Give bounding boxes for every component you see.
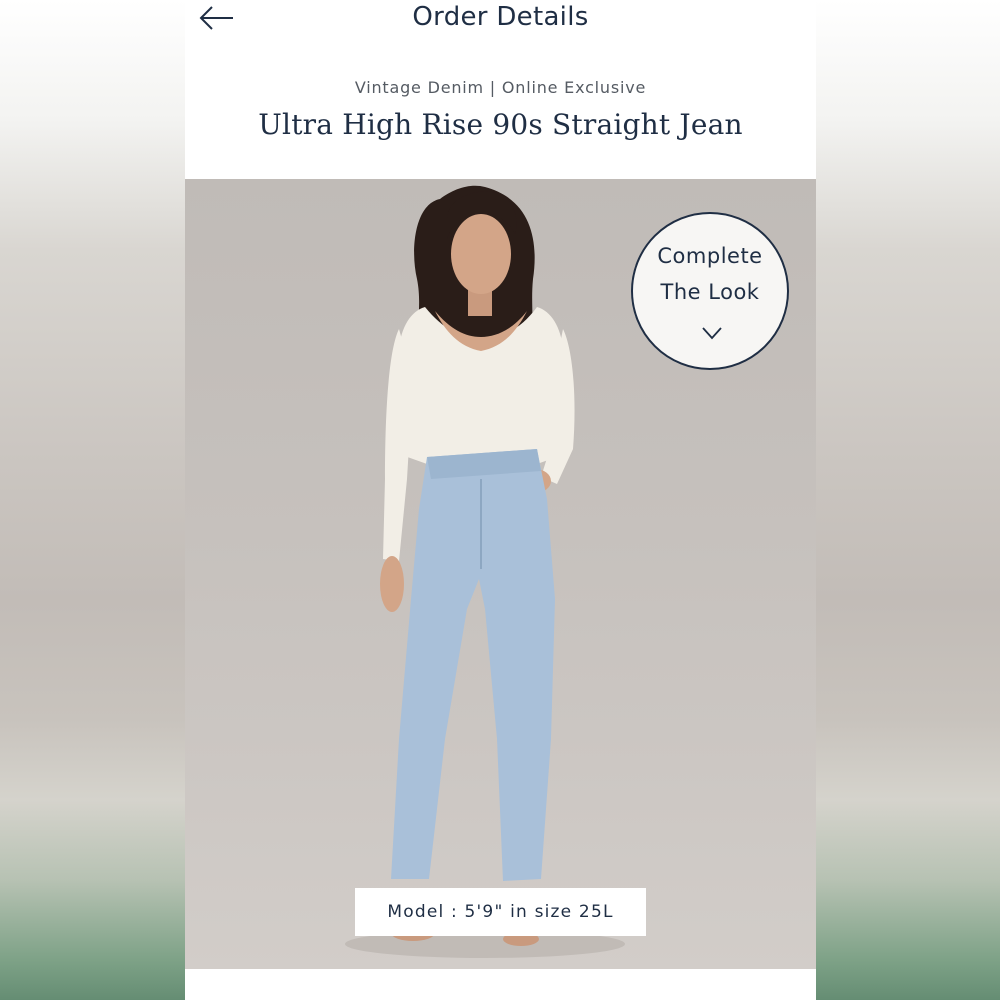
top-bar: Order Details	[185, 0, 816, 40]
phone-screen: Order Details Vintage Denim | Online Exc…	[185, 0, 816, 1000]
complete-the-look-label-line2: The Look	[660, 280, 760, 304]
product-collection-label: Vintage Denim | Online Exclusive	[354, 78, 647, 97]
chevron-down-icon	[702, 327, 722, 340]
complete-the-look-label-line1: Complete	[657, 244, 763, 268]
product-image[interactable]: Complete The Look Model : 5'9" in size 2…	[185, 179, 816, 969]
model-size-caption: Model : 5'9" in size 25L	[355, 888, 646, 936]
complete-the-look-button[interactable]: Complete The Look	[631, 212, 789, 370]
page-title: Order Details	[412, 2, 589, 32]
product-title: Ultra High Rise 90s Straight Jean	[258, 108, 743, 141]
